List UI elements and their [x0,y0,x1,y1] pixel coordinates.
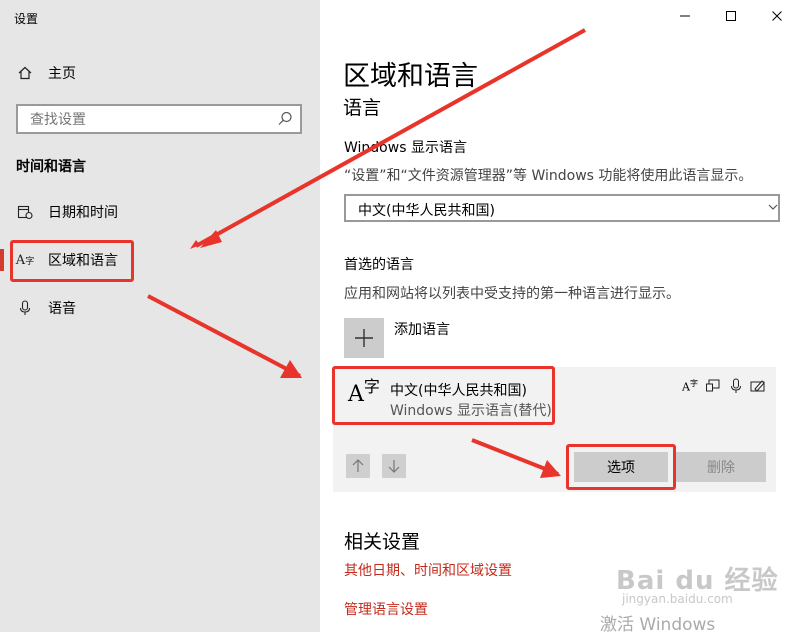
arrow-to-region [195,28,586,248]
annotation-arrows [147,28,586,478]
arrow-to-language [147,294,301,378]
